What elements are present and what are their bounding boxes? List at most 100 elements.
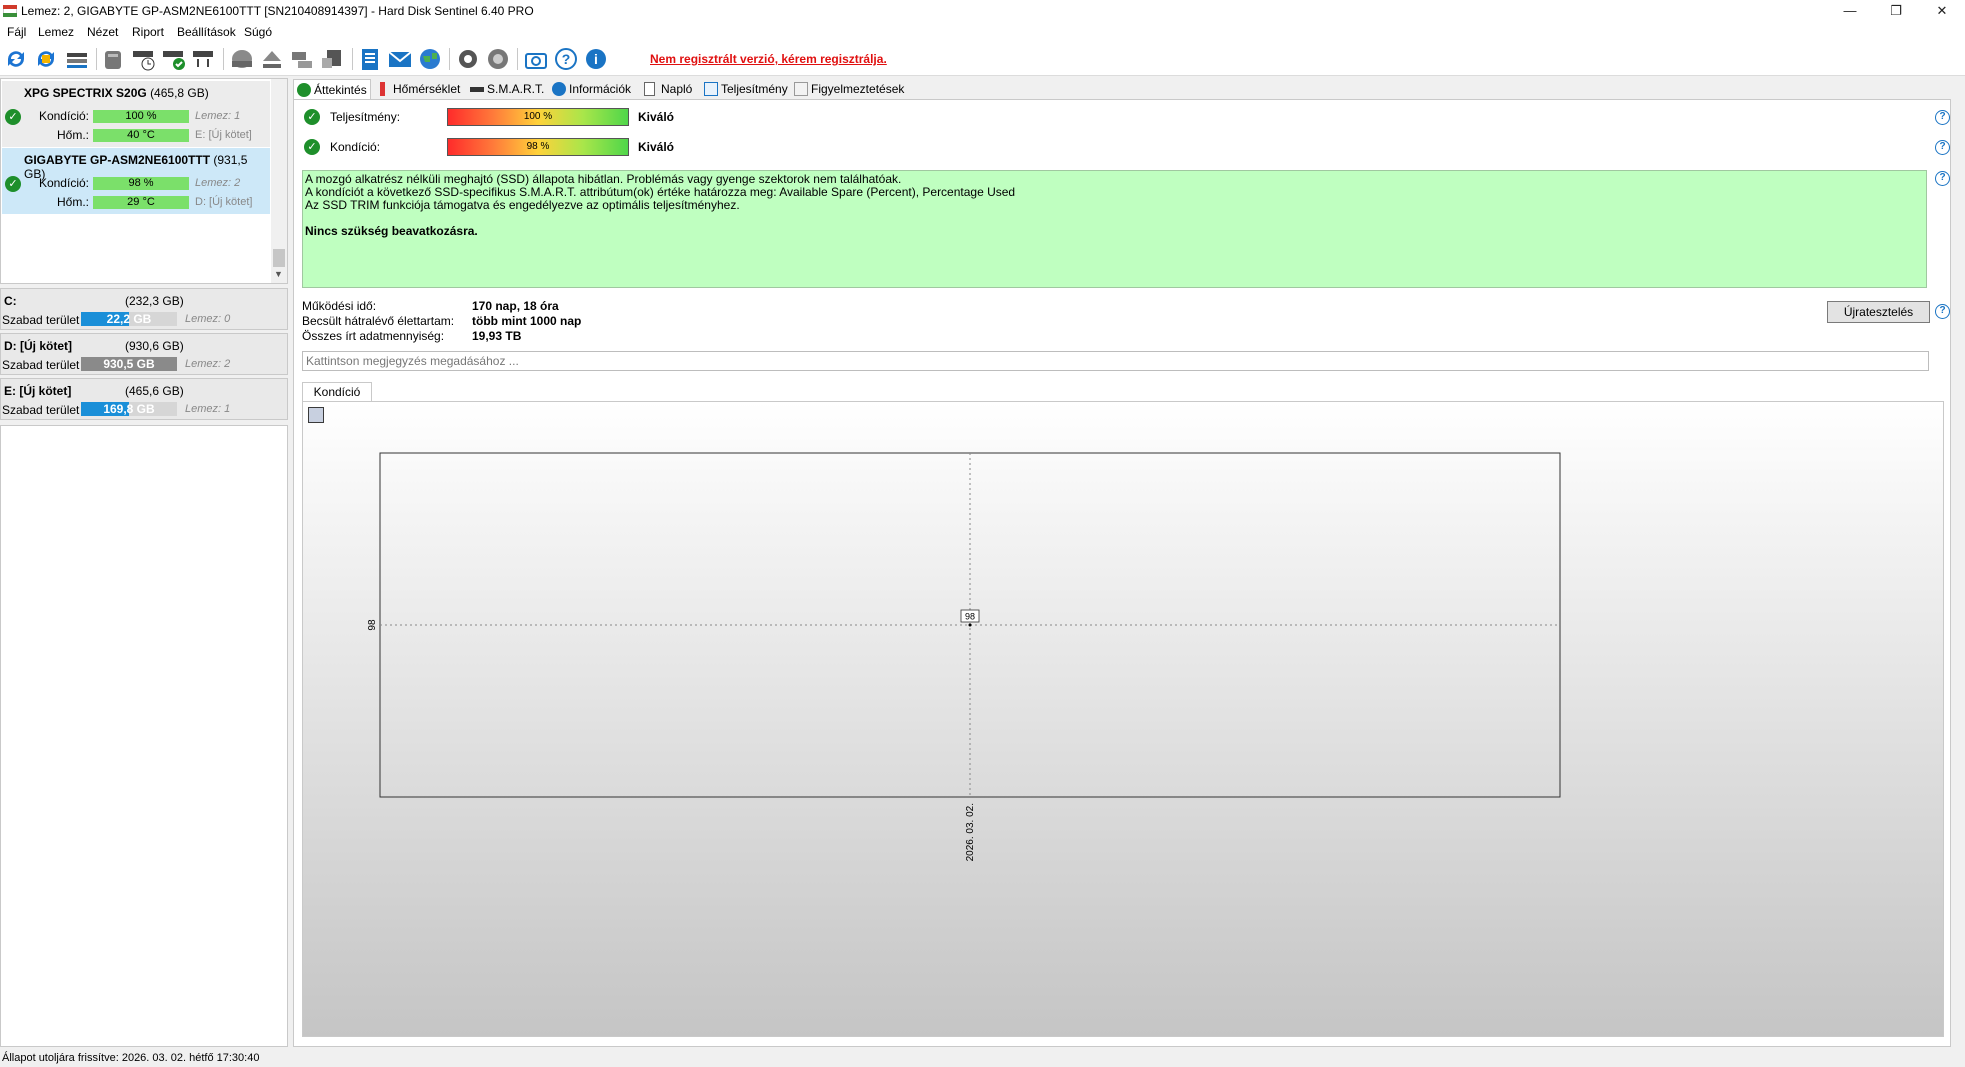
lifetime-value: több mint 1000 nap (472, 314, 582, 328)
tab-label: Napló (661, 82, 693, 96)
health-bar: 98 % (447, 138, 629, 156)
free-space-label: Szabad terület (2, 358, 80, 372)
gear-icon[interactable] (455, 46, 481, 72)
disk-title: XPG SPECTRIX S20G (465,8 GB) (24, 86, 209, 100)
disk-size: (465,8 GB) (150, 86, 209, 100)
status-line: Az SSD TRIM funkciója támogatva és enged… (305, 198, 740, 212)
volume-size: (232,3 GB) (125, 294, 184, 308)
tab-health-chart[interactable]: Kondíció (%) (302, 382, 372, 417)
menu-settings[interactable]: Beállítások (177, 25, 236, 39)
register-link[interactable]: Nem regisztrált verzió, kérem regisztrál… (650, 52, 887, 66)
drive-icon[interactable] (229, 46, 255, 72)
disk-item[interactable]: XPG SPECTRIX S20G (465,8 GB) ✓ Kondíció:… (2, 81, 270, 147)
tab-label: Áttekintés (314, 83, 367, 97)
menu-view[interactable]: Nézet (87, 25, 118, 39)
toolbar-separator (449, 48, 450, 70)
volume-disk: Lemez: 1 (185, 403, 231, 415)
y-tick-label: 98 (367, 619, 378, 631)
health-percent: 98 % (526, 141, 550, 152)
restore-button[interactable]: ❐ (1873, 0, 1919, 22)
tab-performance[interactable]: Teljesítmény (701, 79, 789, 99)
refresh-all-icon[interactable] (33, 46, 59, 72)
performance-bar: 100 % (447, 108, 629, 126)
health-label: Kondíció: (330, 140, 381, 154)
performance-value: Kiváló (638, 110, 675, 124)
health-value: Kiváló (638, 140, 675, 154)
status-bar: Állapot utoljára frissítve: 2026. 03. 02… (0, 1049, 1965, 1067)
refresh-icon[interactable] (3, 46, 29, 72)
health-chart: 98 98 2026. 03. 02. (302, 401, 1944, 1037)
tab-overview[interactable]: Áttekintés (293, 79, 371, 99)
menu-report[interactable]: Riport (132, 25, 164, 39)
volume-item[interactable]: D: [Új kötet] (930,6 GB) Szabad terület … (0, 333, 288, 375)
document-icon (644, 82, 655, 96)
tab-temperature[interactable]: Hőmérséklet (373, 79, 465, 99)
written-label: Összes írt adatmennyiség: (302, 329, 445, 343)
chart-icon (704, 82, 718, 96)
status-ok-icon: ✓ (304, 109, 320, 125)
svg-text:i: i (594, 51, 598, 67)
menu-help[interactable]: Súgó (244, 25, 272, 39)
tab-information[interactable]: Információk (549, 79, 639, 99)
overview-pane: ✓ Teljesítmény: 100 % Kiváló ✓ Kondíció:… (293, 99, 1951, 1047)
health-bar: 100 % (93, 110, 189, 123)
toolbar-separator (96, 48, 97, 70)
disk-list-scrollbar[interactable]: ▼ (271, 79, 287, 283)
temp-bar: 29 °C (93, 196, 189, 209)
lifetime-label: Becsült hátralévő élettartam: (302, 314, 455, 328)
disk-list-icon[interactable] (64, 46, 90, 72)
minimize-button[interactable]: — (1827, 0, 1873, 22)
tab-log[interactable]: Napló (641, 79, 699, 99)
retest-button[interactable]: Újratesztelés (1827, 301, 1930, 323)
help-icon[interactable]: ? (1935, 110, 1950, 125)
tab-alerts[interactable]: Figyelmeztetések (791, 79, 905, 99)
scroll-down-icon[interactable]: ▼ (274, 269, 283, 279)
chart-svg: 98 98 2026. 03. 02. (367, 452, 1561, 861)
email-icon[interactable] (387, 46, 413, 72)
scroll-thumb[interactable] (273, 249, 285, 267)
menu-disk[interactable]: Lemez (38, 25, 74, 39)
menu-file[interactable]: Fájl (7, 25, 26, 39)
info-icon[interactable]: i (583, 46, 609, 72)
alerts-icon (794, 82, 808, 96)
sound-icon[interactable] (485, 46, 511, 72)
written-value: 19,93 TB (472, 329, 522, 343)
tab-smart[interactable]: S.M.A.R.T. (467, 79, 547, 99)
tab-label: Figyelmeztetések (811, 82, 905, 96)
disk-surface-icon[interactable] (101, 46, 127, 72)
status-text-box: A mozgó alkatrész nélküli meghajtó (SSD)… (302, 170, 1927, 288)
disk-ok-icon[interactable] (161, 46, 187, 72)
help-icon[interactable]: ? (1935, 171, 1950, 186)
help-icon[interactable]: ? (1935, 140, 1950, 155)
performance-percent: 100 % (523, 111, 553, 122)
help-icon[interactable]: ? (553, 46, 579, 72)
volume-size: (465,6 GB) (125, 384, 184, 398)
external-drive-icon[interactable] (319, 46, 345, 72)
data-label: 98 (965, 612, 975, 622)
performance-label: Teljesítmény: (330, 110, 401, 124)
disk-info-icon[interactable] (191, 46, 217, 72)
check-icon (297, 83, 311, 97)
web-icon[interactable] (417, 46, 443, 72)
eject-icon[interactable] (259, 46, 285, 72)
report-icon[interactable] (357, 46, 383, 72)
note-input[interactable]: Kattintson megjegyzés megadásához ... (302, 351, 1929, 371)
volume-ref: D: [Új kötet] (195, 196, 253, 208)
close-button[interactable]: ✕ (1919, 0, 1965, 22)
free-space-value: 169,8 GB (103, 402, 155, 416)
volume-item[interactable]: C: (232,3 GB) Szabad terület 22,2 GB Lem… (0, 288, 288, 330)
save-icon[interactable] (308, 407, 324, 423)
toolbar-separator (223, 48, 224, 70)
volume-item[interactable]: E: [Új kötet] (465,6 GB) Szabad terület … (0, 378, 288, 420)
help-icon[interactable]: ? (1935, 304, 1950, 319)
network-drive-icon[interactable] (289, 46, 315, 72)
left-empty-panel (0, 425, 288, 1047)
disk-name: GIGABYTE GP-ASM2NE6100TTT (24, 153, 211, 167)
status-conclusion: Nincs szükség beavatkozásra. (305, 224, 478, 238)
disk-schedule-icon[interactable] (131, 46, 157, 72)
health-bar: 98 % (93, 177, 189, 190)
free-space-value: 22,2 GB (106, 312, 152, 326)
disk-item-selected[interactable]: GIGABYTE GP-ASM2NE6100TTT (931,5 GB) ✓ K… (2, 148, 270, 214)
screenshot-icon[interactable] (523, 46, 549, 72)
uptime-value: 170 nap, 18 óra (472, 299, 559, 313)
